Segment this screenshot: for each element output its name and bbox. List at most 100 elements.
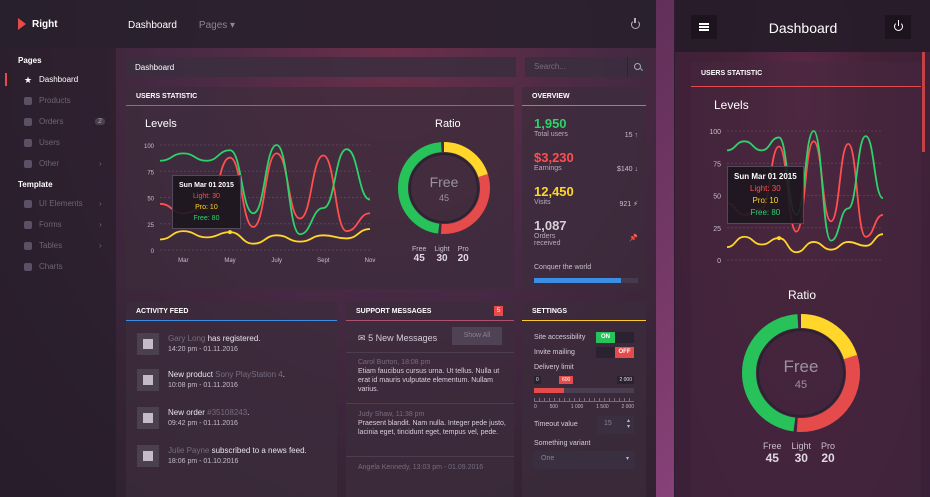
feed-body: has registered. bbox=[205, 334, 261, 343]
chevron-down-icon: ▾ bbox=[625, 456, 629, 462]
feed-highlight[interactable]: Julie Payne bbox=[168, 446, 209, 455]
grid-icon bbox=[24, 199, 32, 208]
tooltip-free: Free: 80 bbox=[193, 215, 220, 222]
sidebar-item-charts[interactable]: Charts bbox=[0, 256, 116, 277]
nav-dashboard[interactable]: Dashboard bbox=[128, 20, 177, 31]
timeout-label: Timeout value bbox=[534, 421, 578, 428]
power-icon[interactable] bbox=[885, 15, 911, 39]
cube-icon bbox=[137, 369, 159, 391]
brand-name: Right bbox=[32, 18, 58, 30]
message-item[interactable]: Judy Shaw, 11:38 pm Praesent blandit. Na… bbox=[358, 410, 508, 437]
feed-item: Gary Long has registered. 14:20 pm - 01.… bbox=[137, 333, 327, 363]
legend-label: Free bbox=[412, 246, 427, 253]
mobile-view: Dashboard Users Statistic Levels 0 25 50 75… bbox=[674, 0, 930, 497]
top-nav: Dashboard Pages ▾ bbox=[128, 20, 235, 31]
feed-item: Julie Payne subscribed to a news feed. 1… bbox=[137, 445, 327, 475]
feed-highlight[interactable]: Sony PlayStation 4 bbox=[215, 370, 283, 379]
data-point bbox=[228, 230, 232, 235]
search-icon[interactable] bbox=[627, 57, 646, 77]
envelope-icon: ✉ bbox=[358, 333, 366, 343]
legend-label: Light bbox=[791, 441, 812, 451]
support-badge: 5 bbox=[494, 306, 503, 316]
brand[interactable]: Right bbox=[18, 18, 58, 30]
panel-title: Support Messages bbox=[346, 302, 514, 321]
tooltip-pro: Pro: 10 bbox=[752, 196, 779, 205]
feed-body: subscribed to a news feed. bbox=[209, 446, 307, 455]
legend-value: 30 bbox=[794, 451, 808, 465]
legend-value: 20 bbox=[821, 451, 835, 465]
overview-trend: $140 ↓ bbox=[616, 166, 638, 173]
message-item[interactable]: Carol Burton, 18:08 pm Etiam faucibus cu… bbox=[358, 358, 508, 394]
new-messages-label: ✉ 5 New Messages bbox=[358, 333, 437, 344]
series-line-pro bbox=[159, 228, 371, 245]
ratio-title: Ratio bbox=[788, 288, 817, 302]
legend-label: Free bbox=[763, 441, 782, 451]
x-tick-label: Sept bbox=[317, 258, 330, 264]
sidebar-item-users[interactable]: Users bbox=[0, 132, 116, 153]
feed-text: Gary Long has registered. bbox=[168, 334, 261, 343]
slider-value: 600 bbox=[559, 376, 574, 384]
y-tick-label: 100 bbox=[144, 144, 155, 150]
search-input[interactable]: Search... bbox=[525, 57, 646, 77]
delivery-slider[interactable]: 0 600 2 000 bbox=[534, 376, 634, 385]
sidebar-heading-template: Template bbox=[18, 180, 53, 189]
levels-line-chart: 0 25 50 75 100 Mar May July Sept Nov bbox=[144, 144, 375, 264]
nav-pages[interactable]: Pages ▾ bbox=[199, 20, 235, 31]
tooltip-pro: Pro: 10 bbox=[195, 204, 218, 211]
show-all-button[interactable]: Show All bbox=[452, 327, 502, 345]
legend-light: Light 30 bbox=[434, 246, 449, 264]
sidebar-item-label: Tables bbox=[39, 241, 63, 250]
message-header: Carol Burton, 18:08 pm bbox=[358, 359, 431, 366]
conquer-progress-bar bbox=[534, 278, 638, 283]
legend-free: Free 45 bbox=[412, 246, 426, 264]
folder-icon bbox=[24, 159, 32, 168]
chevron-right-icon: › bbox=[99, 241, 102, 250]
sidebar-item-label: Charts bbox=[39, 262, 63, 271]
donut-center-value: 45 bbox=[795, 379, 807, 391]
tooltip-light: Light: 30 bbox=[193, 193, 220, 200]
divider bbox=[346, 456, 514, 457]
legend-value: 20 bbox=[457, 253, 469, 264]
stepper-icon[interactable]: ▴ ▾ bbox=[627, 418, 630, 430]
slider-track[interactable] bbox=[534, 388, 634, 393]
progress-fill bbox=[534, 278, 622, 283]
chart-tooltip: Sun Mar 01 2015 Light: 30 Pro: 10 Free: … bbox=[172, 175, 241, 229]
legend-value: 45 bbox=[765, 451, 779, 465]
tick-label: 1 500 bbox=[596, 404, 609, 410]
legend-label: Pro bbox=[821, 441, 836, 451]
variant-label: Something variant bbox=[534, 440, 591, 447]
ratio-legend: Free 45 Light 30 Pro 20 bbox=[412, 246, 469, 264]
message-body: Etiam faucibus cursus urna. Ut tellus. N… bbox=[358, 368, 500, 393]
sidebar-item-label: Users bbox=[39, 138, 60, 147]
series-line-pro bbox=[726, 233, 884, 254]
donut-center-label: Free bbox=[784, 357, 819, 376]
sidebar-item-other[interactable]: Other › bbox=[0, 153, 116, 174]
sidebar-item-orders[interactable]: Orders 2 bbox=[0, 111, 116, 132]
sidebar-item-label: Dashboard bbox=[39, 75, 79, 84]
timeout-input[interactable]: 15 ▴ ▾ bbox=[597, 416, 634, 434]
sidebar-item-forms[interactable]: Forms › bbox=[0, 214, 116, 235]
form-icon bbox=[24, 220, 32, 229]
message-body: Praesent blandit. Nam nulla. Integer ped… bbox=[358, 420, 506, 436]
message-item[interactable]: Angela Kennedy, 13:03 pm - 01.09.2016 bbox=[358, 463, 508, 472]
tick-label: 2 000 bbox=[621, 404, 634, 410]
message-header: Judy Shaw, 11:38 pm bbox=[358, 411, 425, 418]
slider-fill bbox=[534, 388, 564, 393]
feed-highlight[interactable]: Gary Long bbox=[168, 334, 205, 343]
site-accessibility-toggle[interactable]: ON bbox=[596, 332, 634, 343]
scrollbar[interactable] bbox=[922, 52, 925, 152]
sidebar-item-tables[interactable]: Tables › bbox=[0, 235, 116, 256]
sidebar-item-products[interactable]: Products bbox=[0, 90, 116, 111]
chart-tooltip: Sun Mar 01 2015 Light: 30 Pro: 10 Free: … bbox=[727, 166, 804, 224]
invite-mailing-label: Invite mailing bbox=[534, 349, 575, 356]
delivery-limit-label: Delivery limit bbox=[534, 364, 574, 371]
top-bar: Right Dashboard Pages ▾ bbox=[0, 0, 656, 48]
feed-highlight[interactable]: #35108243 bbox=[207, 408, 247, 417]
sidebar-item-dashboard[interactable]: ★ Dashboard bbox=[0, 69, 116, 90]
variant-select[interactable]: One ▾ bbox=[534, 451, 635, 469]
overview-value: $3,230 bbox=[534, 150, 574, 165]
legend-label: Pro bbox=[457, 246, 469, 253]
power-icon[interactable] bbox=[631, 18, 640, 29]
invite-mailing-toggle[interactable]: OFF bbox=[596, 347, 634, 358]
sidebar-item-ui-elements[interactable]: UI Elements › bbox=[0, 193, 116, 214]
